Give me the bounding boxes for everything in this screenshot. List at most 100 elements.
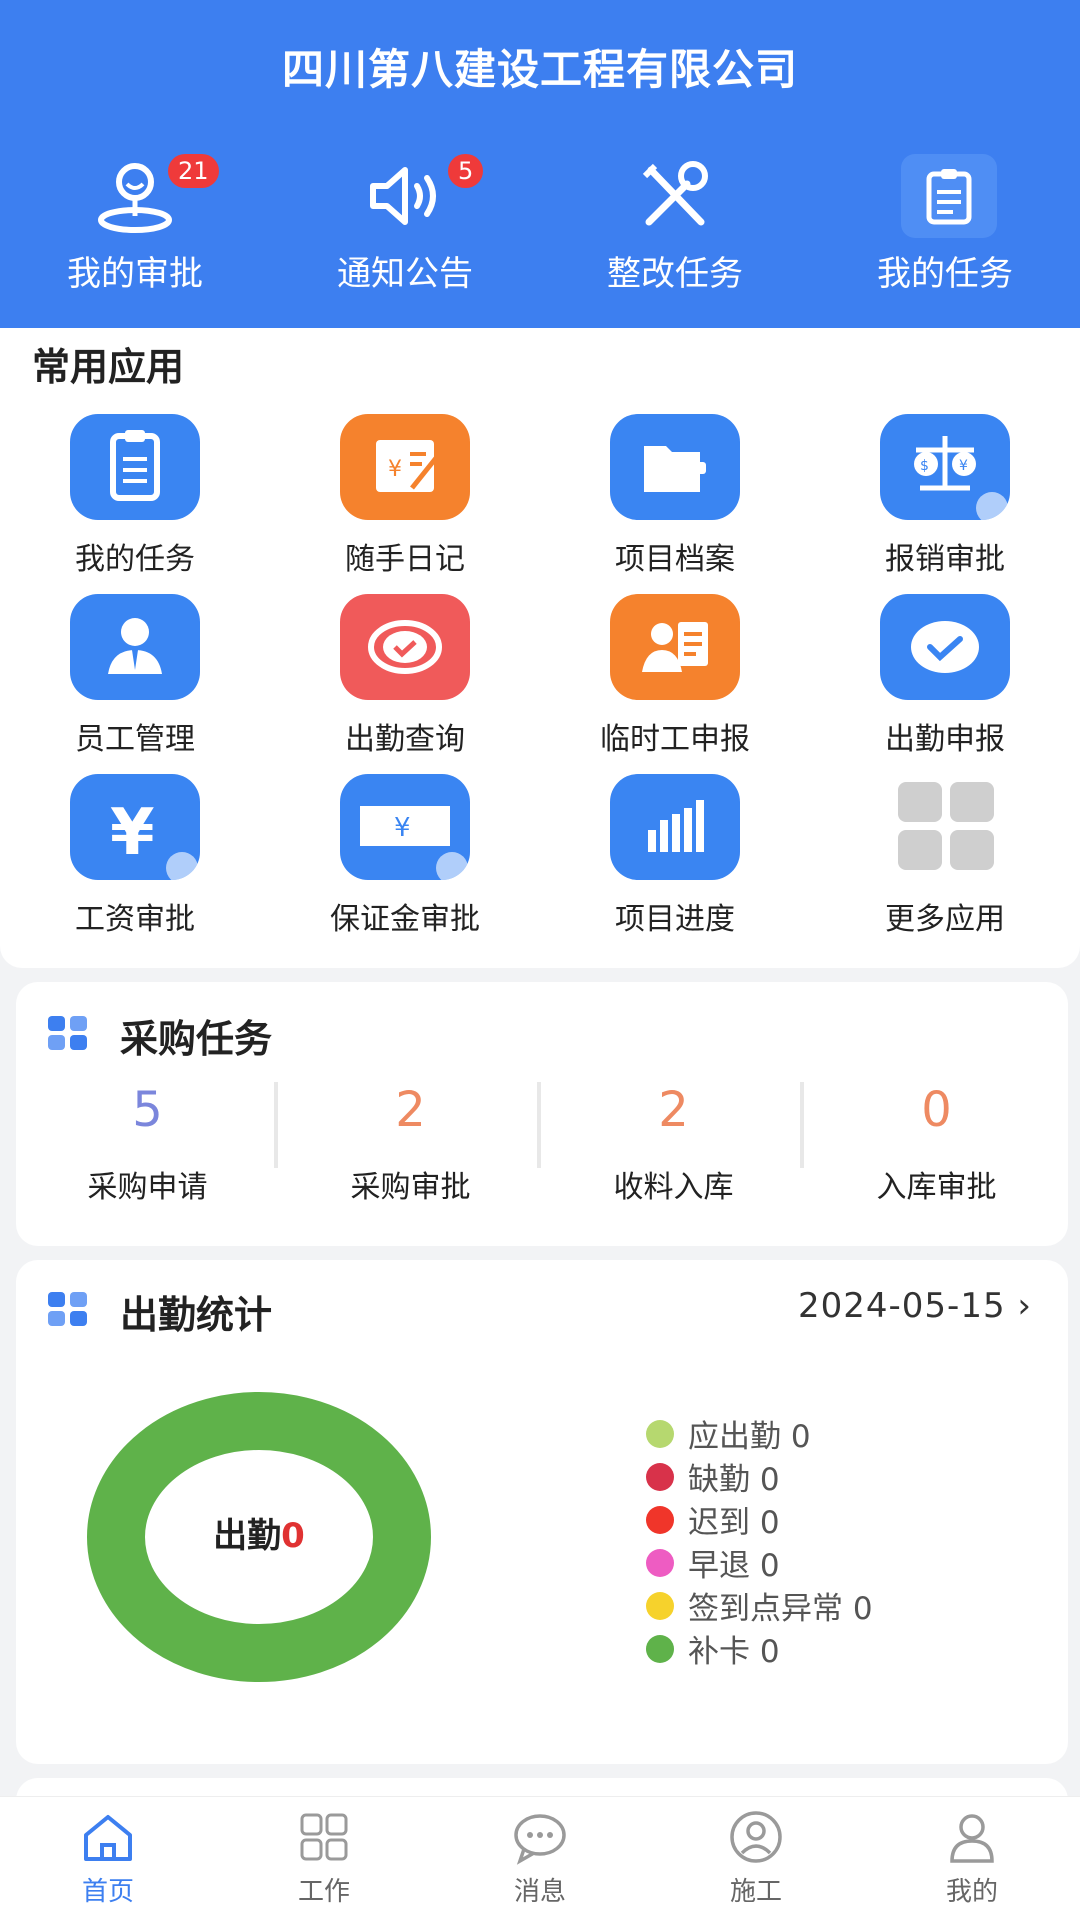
message-icon: [514, 1814, 566, 1865]
app-project-archive[interactable]: 项目档案: [540, 414, 810, 584]
app-label: 报销审批: [885, 542, 1005, 577]
blocks-icon: [48, 1016, 87, 1050]
app-label: 随手日记: [345, 542, 465, 577]
divider: [800, 1082, 804, 1168]
app-label: 我的任务: [75, 542, 195, 577]
stat-label: 入库审批: [876, 1170, 997, 1205]
blocks-icon: [48, 1292, 87, 1326]
app-project-progress[interactable]: 项目进度: [540, 774, 810, 944]
megaphone-icon: [365, 156, 445, 236]
divider: [537, 1082, 541, 1168]
svg-text:¥: ¥: [959, 458, 968, 474]
diary-icon: ¥: [340, 414, 470, 520]
common-apps-card: 常用应用 我的任务 ¥ 随手日记 项目档案 $ ¥ 报销审批 员工管理 出勤查询 …: [0, 328, 1080, 968]
scale-icon: $ ¥: [880, 414, 1010, 520]
folder-icon: [610, 414, 740, 520]
legend-dot: [646, 1634, 674, 1663]
app-more-apps[interactable]: 更多应用: [810, 774, 1080, 944]
notice-badge: 5: [448, 154, 484, 188]
tab-work[interactable]: 工作: [216, 1809, 432, 1908]
app-label: 出勤申报: [885, 722, 1005, 757]
center-label-text: 出勤: [213, 1516, 282, 1556]
quick-label: 整改任务: [607, 254, 743, 294]
stat-purchase-approval[interactable]: 2 采购审批: [279, 1080, 542, 1206]
app-diary[interactable]: ¥ 随手日记: [270, 414, 540, 584]
purchase-tasks-title: 采购任务: [120, 1017, 273, 1061]
stat-value: 2: [395, 1082, 426, 1138]
app-my-tasks[interactable]: 我的任务: [0, 414, 270, 584]
tools-icon: [635, 156, 715, 236]
quick-label: 通知公告: [337, 254, 473, 294]
stat-receiving[interactable]: 2 收料入库: [542, 1080, 805, 1206]
legend-dot: [646, 1548, 674, 1577]
check-circle-icon: [880, 594, 1010, 700]
legend-item: 迟到 0: [646, 1498, 873, 1541]
app-salary-approval[interactable]: ¥ 工资审批: [0, 774, 270, 944]
home-icon: [84, 1815, 132, 1861]
stat-warehouse-approval[interactable]: 0 入库审批: [805, 1080, 1068, 1206]
work-grid-icon: [300, 1813, 348, 1861]
attendance-date-selector[interactable]: 2024-05-15 ›: [798, 1286, 1032, 1326]
quick-rectify-tasks[interactable]: 整改任务: [540, 150, 810, 300]
app-attendance-report[interactable]: 出勤申报: [810, 594, 1080, 764]
approval-badge: 21: [168, 154, 219, 188]
construction-icon: [730, 1811, 782, 1863]
tab-label: 消息: [513, 1877, 566, 1907]
id-card-icon: [610, 594, 740, 700]
app-reimbursement-approval[interactable]: $ ¥ 报销审批: [810, 414, 1080, 584]
svg-text:¥: ¥: [394, 813, 411, 843]
yen-bill-icon: ¥: [340, 774, 470, 880]
app-label: 项目进度: [615, 902, 735, 937]
divider: [274, 1082, 278, 1168]
chevron-right-icon: ›: [1017, 1286, 1032, 1326]
stat-label: 采购审批: [350, 1170, 471, 1205]
quick-my-approval[interactable]: 21 我的审批: [0, 150, 270, 300]
common-apps-title: 常用应用: [32, 345, 185, 389]
svg-text:¥: ¥: [110, 796, 155, 870]
legend-label: 迟到 0: [688, 1505, 780, 1541]
tab-label: 首页: [81, 1877, 134, 1907]
tab-messages[interactable]: 消息: [432, 1809, 648, 1908]
grid-icon: [880, 774, 1010, 880]
tab-label: 施工: [729, 1877, 782, 1907]
app-employee-management[interactable]: 员工管理: [0, 594, 270, 764]
legend-item: 缺勤 0: [646, 1455, 873, 1498]
stat-value: 0: [921, 1082, 952, 1138]
legend-item: 补卡 0: [646, 1627, 873, 1670]
company-title: 四川第八建设工程有限公司: [281, 45, 798, 94]
profile-icon: [950, 1814, 994, 1863]
app-temp-worker-report[interactable]: 临时工申报: [540, 594, 810, 764]
approval-user-icon: [95, 156, 175, 236]
legend-item: 应出勤 0: [646, 1412, 873, 1455]
legend-label: 应出勤 0: [688, 1419, 811, 1455]
app-label: 员工管理: [75, 722, 195, 757]
purchase-tasks-card: 采购任务 5 采购申请 2 采购审批 2 收料入库 0 入库审批: [16, 982, 1068, 1246]
tab-mine[interactable]: 我的: [864, 1809, 1080, 1908]
stat-label: 收料入库: [613, 1170, 734, 1205]
quick-my-tasks[interactable]: 我的任务: [810, 150, 1080, 300]
app-attendance-query[interactable]: 出勤查询: [270, 594, 540, 764]
stat-purchase-request[interactable]: 5 采购申请: [16, 1080, 279, 1206]
quick-notices[interactable]: 5 通知公告: [270, 150, 540, 300]
quick-label: 我的任务: [877, 254, 1013, 294]
legend-label: 缺勤 0: [688, 1462, 780, 1498]
legend-dot: [646, 1419, 674, 1448]
app-label: 工资审批: [75, 902, 195, 937]
center-label-value: 0: [281, 1516, 305, 1556]
employee-icon: [70, 594, 200, 700]
clipboard-icon: [901, 154, 997, 238]
stat-value: 2: [658, 1082, 689, 1138]
tab-home[interactable]: 首页: [0, 1809, 216, 1908]
app-deposit-approval[interactable]: ¥ 保证金审批: [270, 774, 540, 944]
yen-icon: ¥: [70, 774, 200, 880]
legend-dot: [646, 1591, 674, 1620]
clipboard-icon: [70, 414, 200, 520]
svg-text:¥: ¥: [388, 457, 402, 482]
app-label: 保证金审批: [330, 902, 480, 937]
legend-label: 补卡 0: [688, 1634, 780, 1670]
donut-center-label: 出勤0: [149, 1508, 369, 1557]
attendance-title: 出勤统计: [120, 1293, 273, 1337]
tab-construction[interactable]: 施工: [648, 1809, 864, 1908]
stat-value: 5: [132, 1082, 163, 1138]
legend-label: 早退 0: [688, 1548, 780, 1584]
